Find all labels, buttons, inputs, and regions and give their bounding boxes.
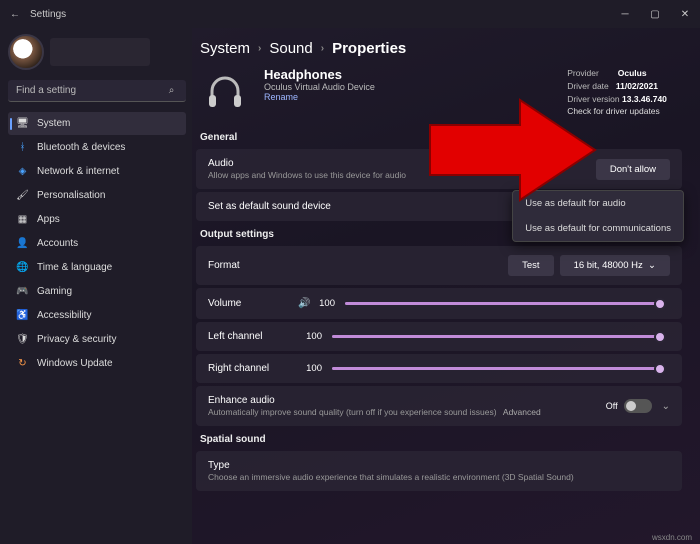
sidebar-item-system[interactable]: 🖥System — [8, 112, 186, 135]
sidebar-item-apps[interactable]: ▦Apps — [8, 208, 186, 231]
device-subtitle: Oculus Virtual Audio Device — [264, 82, 375, 92]
spatial-type-row[interactable]: TypeChoose an immersive audio experience… — [196, 451, 682, 491]
breadcrumb: System › Sound › Properties — [200, 40, 682, 57]
avatar — [8, 34, 44, 70]
test-button[interactable]: Test — [508, 255, 553, 276]
volume-value: 100 — [311, 298, 335, 309]
sidebar-item-accounts[interactable]: 👤Accounts — [8, 232, 186, 255]
search-input[interactable]: Find a setting ⌕ — [8, 80, 186, 102]
sidebar-item-accessibility[interactable]: ♿Accessibility — [8, 304, 186, 327]
default-device-menu: Use as default for audio Use as default … — [512, 190, 684, 242]
back-icon[interactable]: ← — [10, 9, 20, 20]
left-value: 100 — [298, 331, 322, 342]
globe-icon: 🌐 — [16, 261, 29, 274]
update-icon: ↻ — [16, 357, 29, 370]
window-controls: ─ ▢ ✕ — [610, 0, 700, 28]
brush-icon: 🖌 — [16, 189, 29, 202]
check-updates-link[interactable]: Check for driver updates — [567, 105, 682, 118]
left-slider[interactable] — [332, 335, 660, 338]
enhance-toggle[interactable] — [624, 399, 652, 413]
speaker-icon[interactable]: 🔊 — [298, 297, 311, 310]
crumb-system[interactable]: System — [200, 40, 250, 57]
accounts-icon: 👤 — [16, 237, 29, 250]
wifi-icon: ◈ — [16, 165, 29, 178]
sidebar-item-gaming[interactable]: 🎮Gaming — [8, 280, 186, 303]
menu-use-default-communications[interactable]: Use as default for communications — [513, 216, 683, 241]
device-info: Headphones Oculus Virtual Audio Device R… — [264, 67, 375, 118]
user-account-row[interactable] — [8, 34, 186, 70]
chevron-right-icon: › — [258, 43, 261, 54]
chevron-down-icon: ⌄ — [662, 401, 670, 412]
titlebar: ← Settings ─ ▢ ✕ — [0, 0, 700, 28]
sidebar-item-bluetooth[interactable]: ᚼBluetooth & devices — [8, 136, 186, 159]
rename-link[interactable]: Rename — [264, 92, 375, 102]
gaming-icon: 🎮 — [16, 285, 29, 298]
sidebar: Find a setting ⌕ 🖥System ᚼBluetooth & de… — [0, 28, 192, 544]
chevron-right-icon: › — [321, 43, 324, 54]
main-panel: System › Sound › Properties Headphones O… — [192, 28, 700, 544]
sidebar-item-network[interactable]: ◈Network & internet — [8, 160, 186, 183]
volume-slider[interactable] — [345, 302, 660, 305]
minimize-button[interactable]: ─ — [610, 0, 640, 28]
section-general-title: General — [200, 132, 682, 143]
crumb-sound[interactable]: Sound — [269, 40, 312, 57]
toggle-label: Off — [606, 401, 618, 411]
window-title: Settings — [30, 9, 610, 20]
format-row: Format Test 16 bit, 48000 Hz ⌄ — [196, 246, 682, 285]
apps-icon: ▦ — [16, 213, 29, 226]
right-slider[interactable] — [332, 367, 660, 370]
right-value: 100 — [298, 363, 322, 374]
audio-row: AudioAllow apps and Windows to use this … — [196, 149, 682, 189]
section-spatial-title: Spatial sound — [200, 434, 682, 445]
sidebar-item-time[interactable]: 🌐Time & language — [8, 256, 186, 279]
accessibility-icon: ♿ — [16, 309, 29, 322]
headphones-icon — [200, 67, 250, 117]
left-channel-row: Left channel 100 — [196, 322, 682, 351]
system-icon: 🖥 — [16, 117, 29, 130]
sidebar-item-personalisation[interactable]: 🖌Personalisation — [8, 184, 186, 207]
sidebar-item-update[interactable]: ↻Windows Update — [8, 352, 186, 375]
right-channel-row: Right channel 100 — [196, 354, 682, 383]
dont-allow-button[interactable]: Don't allow — [596, 159, 670, 180]
enhance-audio-row[interactable]: Enhance audioAutomatically improve sound… — [196, 386, 682, 426]
watermark: wsxdn.com — [652, 533, 692, 542]
advanced-link[interactable]: Advanced — [503, 407, 541, 417]
user-name-redacted — [50, 38, 150, 66]
maximize-button[interactable]: ▢ — [640, 0, 670, 28]
crumb-properties: Properties — [332, 40, 406, 57]
device-hero: Headphones Oculus Virtual Audio Device R… — [200, 67, 682, 118]
close-button[interactable]: ✕ — [670, 0, 700, 28]
bluetooth-icon: ᚼ — [16, 141, 29, 154]
sidebar-item-privacy[interactable]: 🛡Privacy & security — [8, 328, 186, 351]
search-icon: ⌕ — [165, 84, 178, 97]
volume-row: Volume 🔊 100 — [196, 288, 682, 319]
shield-icon: 🛡 — [16, 333, 29, 346]
format-dropdown[interactable]: 16 bit, 48000 Hz ⌄ — [560, 255, 670, 276]
driver-info: Provider Oculus Driver date 11/02/2021 D… — [567, 67, 682, 118]
menu-use-default-audio[interactable]: Use as default for audio — [513, 191, 683, 216]
device-name: Headphones — [264, 67, 375, 82]
